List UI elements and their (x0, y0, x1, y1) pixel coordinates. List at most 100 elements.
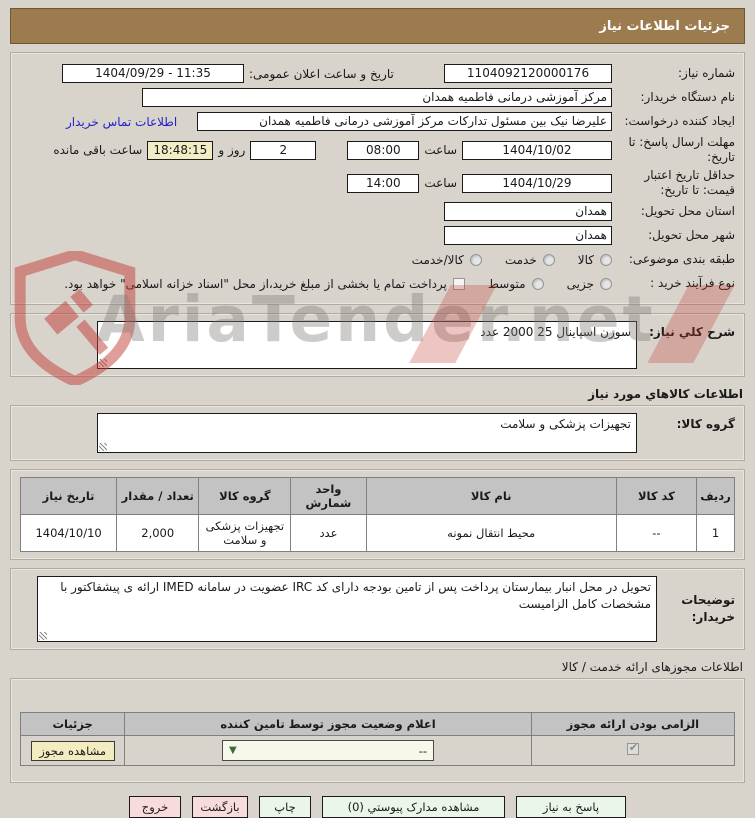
col-license-status: اعلام وضعیت مجوز توسط تامین کننده (124, 712, 532, 736)
treasury-checkbox[interactable] (452, 277, 465, 290)
cell-license-required (530, 735, 736, 766)
request-creator-input[interactable]: علیرضا نیک بین مسئول تدارکات مرکز آموزشی… (197, 112, 612, 131)
need-number-input[interactable]: 1104092120000176 (444, 64, 612, 83)
need-desc-textarea[interactable]: سوزن اسپاینال 25 2000 عدد (97, 321, 637, 369)
buyer-notes-section: توضیحات خریدار: تحویل در محل انبار بیمار… (10, 568, 745, 650)
col-quantity: تعداد / مقدار (116, 477, 200, 515)
col-row-number: ردیف (695, 477, 736, 515)
buyer-org-input[interactable]: مرکز آموزشی درمانی فاطمیه همدان (142, 88, 612, 107)
license-status-value: -- (418, 743, 427, 758)
radio-goods-service-label: کالا/خدمت (411, 252, 464, 267)
subject-class-row: طبقه بندی موضوعی: کالا خدمت کالا/خدمت (20, 249, 735, 270)
reply-deadline-date-input[interactable]: 1404/10/02 (462, 140, 612, 160)
need-desc-section: شرح کلي نیاز: سوزن اسپاینال 25 2000 عدد (10, 313, 745, 377)
cell-row-number: 1 (695, 514, 736, 552)
radio-partial-label: جزیی (566, 276, 594, 291)
view-attachments-button[interactable]: مشاهده مدارک پیوستي (0) (322, 796, 505, 818)
col-goods-name: نام کالا (365, 477, 617, 515)
delivery-city-input[interactable]: همدان (444, 226, 612, 245)
reply-deadline-label: مهلت ارسال پاسخ: تا تاریخ: (628, 135, 735, 164)
col-license-details: جزئیات (19, 712, 126, 736)
radio-goods-service[interactable] (469, 253, 482, 266)
countdown-timer: 18:48:15 (147, 140, 214, 160)
days-and-label: روز و (218, 143, 246, 157)
radio-service[interactable] (542, 253, 555, 266)
goods-group-label: گروه کالا: (676, 417, 735, 431)
subject-class-label: طبقه بندی موضوعی: (628, 252, 735, 266)
delivery-city-label: شهر محل تحویل: (648, 228, 735, 242)
radio-medium[interactable] (531, 277, 544, 290)
license-section: الزامی بودن ارائه مجوز اعلام وضعیت مجوز … (10, 678, 745, 783)
price-validity-label: حداقل تاریخ اعتبار قیمت: تا تاریخ: (644, 168, 735, 197)
textarea-resize-handle[interactable] (39, 632, 47, 640)
goods-table-header-row: ردیف کد کالا نام کالا واحد شمارش گروه کا… (19, 477, 736, 515)
delivery-city-row: شهر محل تحویل: همدان (20, 225, 735, 246)
col-need-date: تاریخ نیاز (19, 477, 118, 515)
subject-class-option-goods-service: کالا/خدمت (412, 253, 482, 267)
buyer-org-row: نام دستگاه خریدار: مرکز آموزشی درمانی فا… (20, 87, 735, 108)
buyer-notes-label: توضیحات خریدار: (681, 593, 735, 624)
page: جزئیات اطلاعات نیاز شماره نیاز: 11040921… (0, 0, 755, 818)
buyer-notes-textarea[interactable]: تحویل در محل انبار بیمارستان پرداخت پس ا… (37, 576, 657, 642)
process-type-option-partial: جزیی (567, 277, 612, 291)
delivery-province-input[interactable]: همدان (444, 202, 612, 221)
col-license-required: الزامی بودن ارائه مجوز (530, 712, 736, 736)
col-goods-group: گروه کالا (198, 477, 292, 515)
print-button[interactable]: چاپ (259, 796, 311, 818)
subject-class-option-service: خدمت (505, 253, 555, 267)
radio-partial[interactable] (600, 277, 612, 290)
goods-table-row: 1 -- محیط انتقال نمونه عدد تجهیزات پزشکی… (19, 514, 736, 552)
goods-group-section: گروه کالا: تجهیزات پزشکی و سلامت (10, 405, 745, 461)
goods-table: ردیف کد کالا نام کالا واحد شمارش گروه کا… (19, 477, 736, 552)
cell-license-status: -- ▼ (124, 735, 532, 766)
goods-section-header: اطلاعات کالاهاي مورد نیاز (588, 387, 743, 401)
cell-need-date: 1404/10/10 (19, 514, 118, 552)
need-number-row: شماره نیاز: 1104092120000176 تاریخ و ساع… (20, 63, 735, 84)
buyer-org-label: نام دستگاه خریدار: (640, 90, 736, 104)
radio-medium-label: متوسط (487, 276, 526, 291)
price-validity-time-label: ساعت (424, 176, 457, 190)
process-type-option-medium: متوسط (488, 277, 544, 291)
textarea-resize-handle[interactable] (99, 359, 107, 367)
need-desc-label: شرح کلي نیاز: (649, 325, 735, 339)
price-validity-time-input[interactable]: 14:00 (347, 173, 420, 193)
footer-button-bar: پاسخ به نیاز مشاهده مدارک پیوستي (0) چاپ… (10, 796, 745, 818)
buyer-contact-link[interactable]: اطلاعات تماس خریدار (66, 115, 177, 129)
goods-group-textarea[interactable]: تجهیزات پزشکی و سلامت (97, 413, 637, 453)
delivery-province-label: استان محل تحویل: (640, 204, 735, 218)
need-desc-text: سوزن اسپاینال 25 2000 عدد (480, 325, 631, 339)
radio-goods[interactable] (600, 253, 612, 266)
need-info-section: شماره نیاز: 1104092120000176 تاریخ و ساع… (10, 52, 745, 305)
process-type-row: نوع فرآیند خرید : جزیی متوسط پرداخت تمام… (20, 273, 735, 294)
exit-button[interactable]: خروج (129, 796, 181, 818)
textarea-resize-handle[interactable] (99, 443, 107, 451)
reply-deadline-time-input[interactable]: 08:00 (347, 140, 420, 160)
days-remaining-input: 2 (250, 140, 317, 160)
treasury-note-option: پرداخت تمام یا بخشی از مبلغ خرید،از محل … (64, 277, 465, 291)
need-number-label: شماره نیاز: (678, 66, 735, 80)
cell-quantity: 2,000 (116, 514, 200, 552)
license-status-select[interactable]: -- ▼ (222, 740, 434, 761)
reply-deadline-row: مهلت ارسال پاسخ: تا تاریخ: 1404/10/02 سا… (20, 135, 735, 165)
page-title-bar: جزئیات اطلاعات نیاز (10, 8, 745, 44)
announce-datetime-label: تاریخ و ساعت اعلان عمومی: (249, 66, 394, 81)
request-creator-row: ایجاد کننده درخواست: علیرضا نیک بین مسئو… (20, 111, 735, 132)
license-table: الزامی بودن ارائه مجوز اعلام وضعیت مجوز … (19, 712, 736, 766)
back-button[interactable]: بازگشت (192, 796, 248, 818)
goods-group-text: تجهیزات پزشکی و سلامت (500, 417, 631, 431)
col-goods-code: کد کالا (615, 477, 697, 515)
cell-goods-group: تجهیزات پزشکی و سلامت (198, 514, 292, 552)
treasury-note-label: پرداخت تمام یا بخشی از مبلغ خرید،از محل … (64, 276, 447, 291)
cell-goods-name: محیط انتقال نمونه (365, 514, 617, 552)
license-required-checkbox[interactable] (626, 741, 639, 755)
process-type-label: نوع فرآیند خرید : (650, 276, 735, 290)
price-validity-row: حداقل تاریخ اعتبار قیمت: تا تاریخ: 1404/… (20, 168, 735, 198)
buyer-notes-text: تحویل در محل انبار بیمارستان پرداخت پس ا… (60, 580, 651, 612)
radio-service-label: خدمت (504, 252, 537, 267)
license-section-header: اطلاعات مجوزهای ارائه خدمت / کالا (561, 660, 743, 674)
subject-class-option-goods: کالا (578, 253, 612, 267)
announce-datetime-input[interactable]: 1404/09/29 - 11:35 (62, 64, 244, 83)
view-license-button[interactable]: مشاهده مجوز (30, 740, 115, 761)
price-validity-date-input[interactable]: 1404/10/29 (462, 173, 612, 193)
respond-to-need-button[interactable]: پاسخ به نیاز (516, 796, 626, 818)
